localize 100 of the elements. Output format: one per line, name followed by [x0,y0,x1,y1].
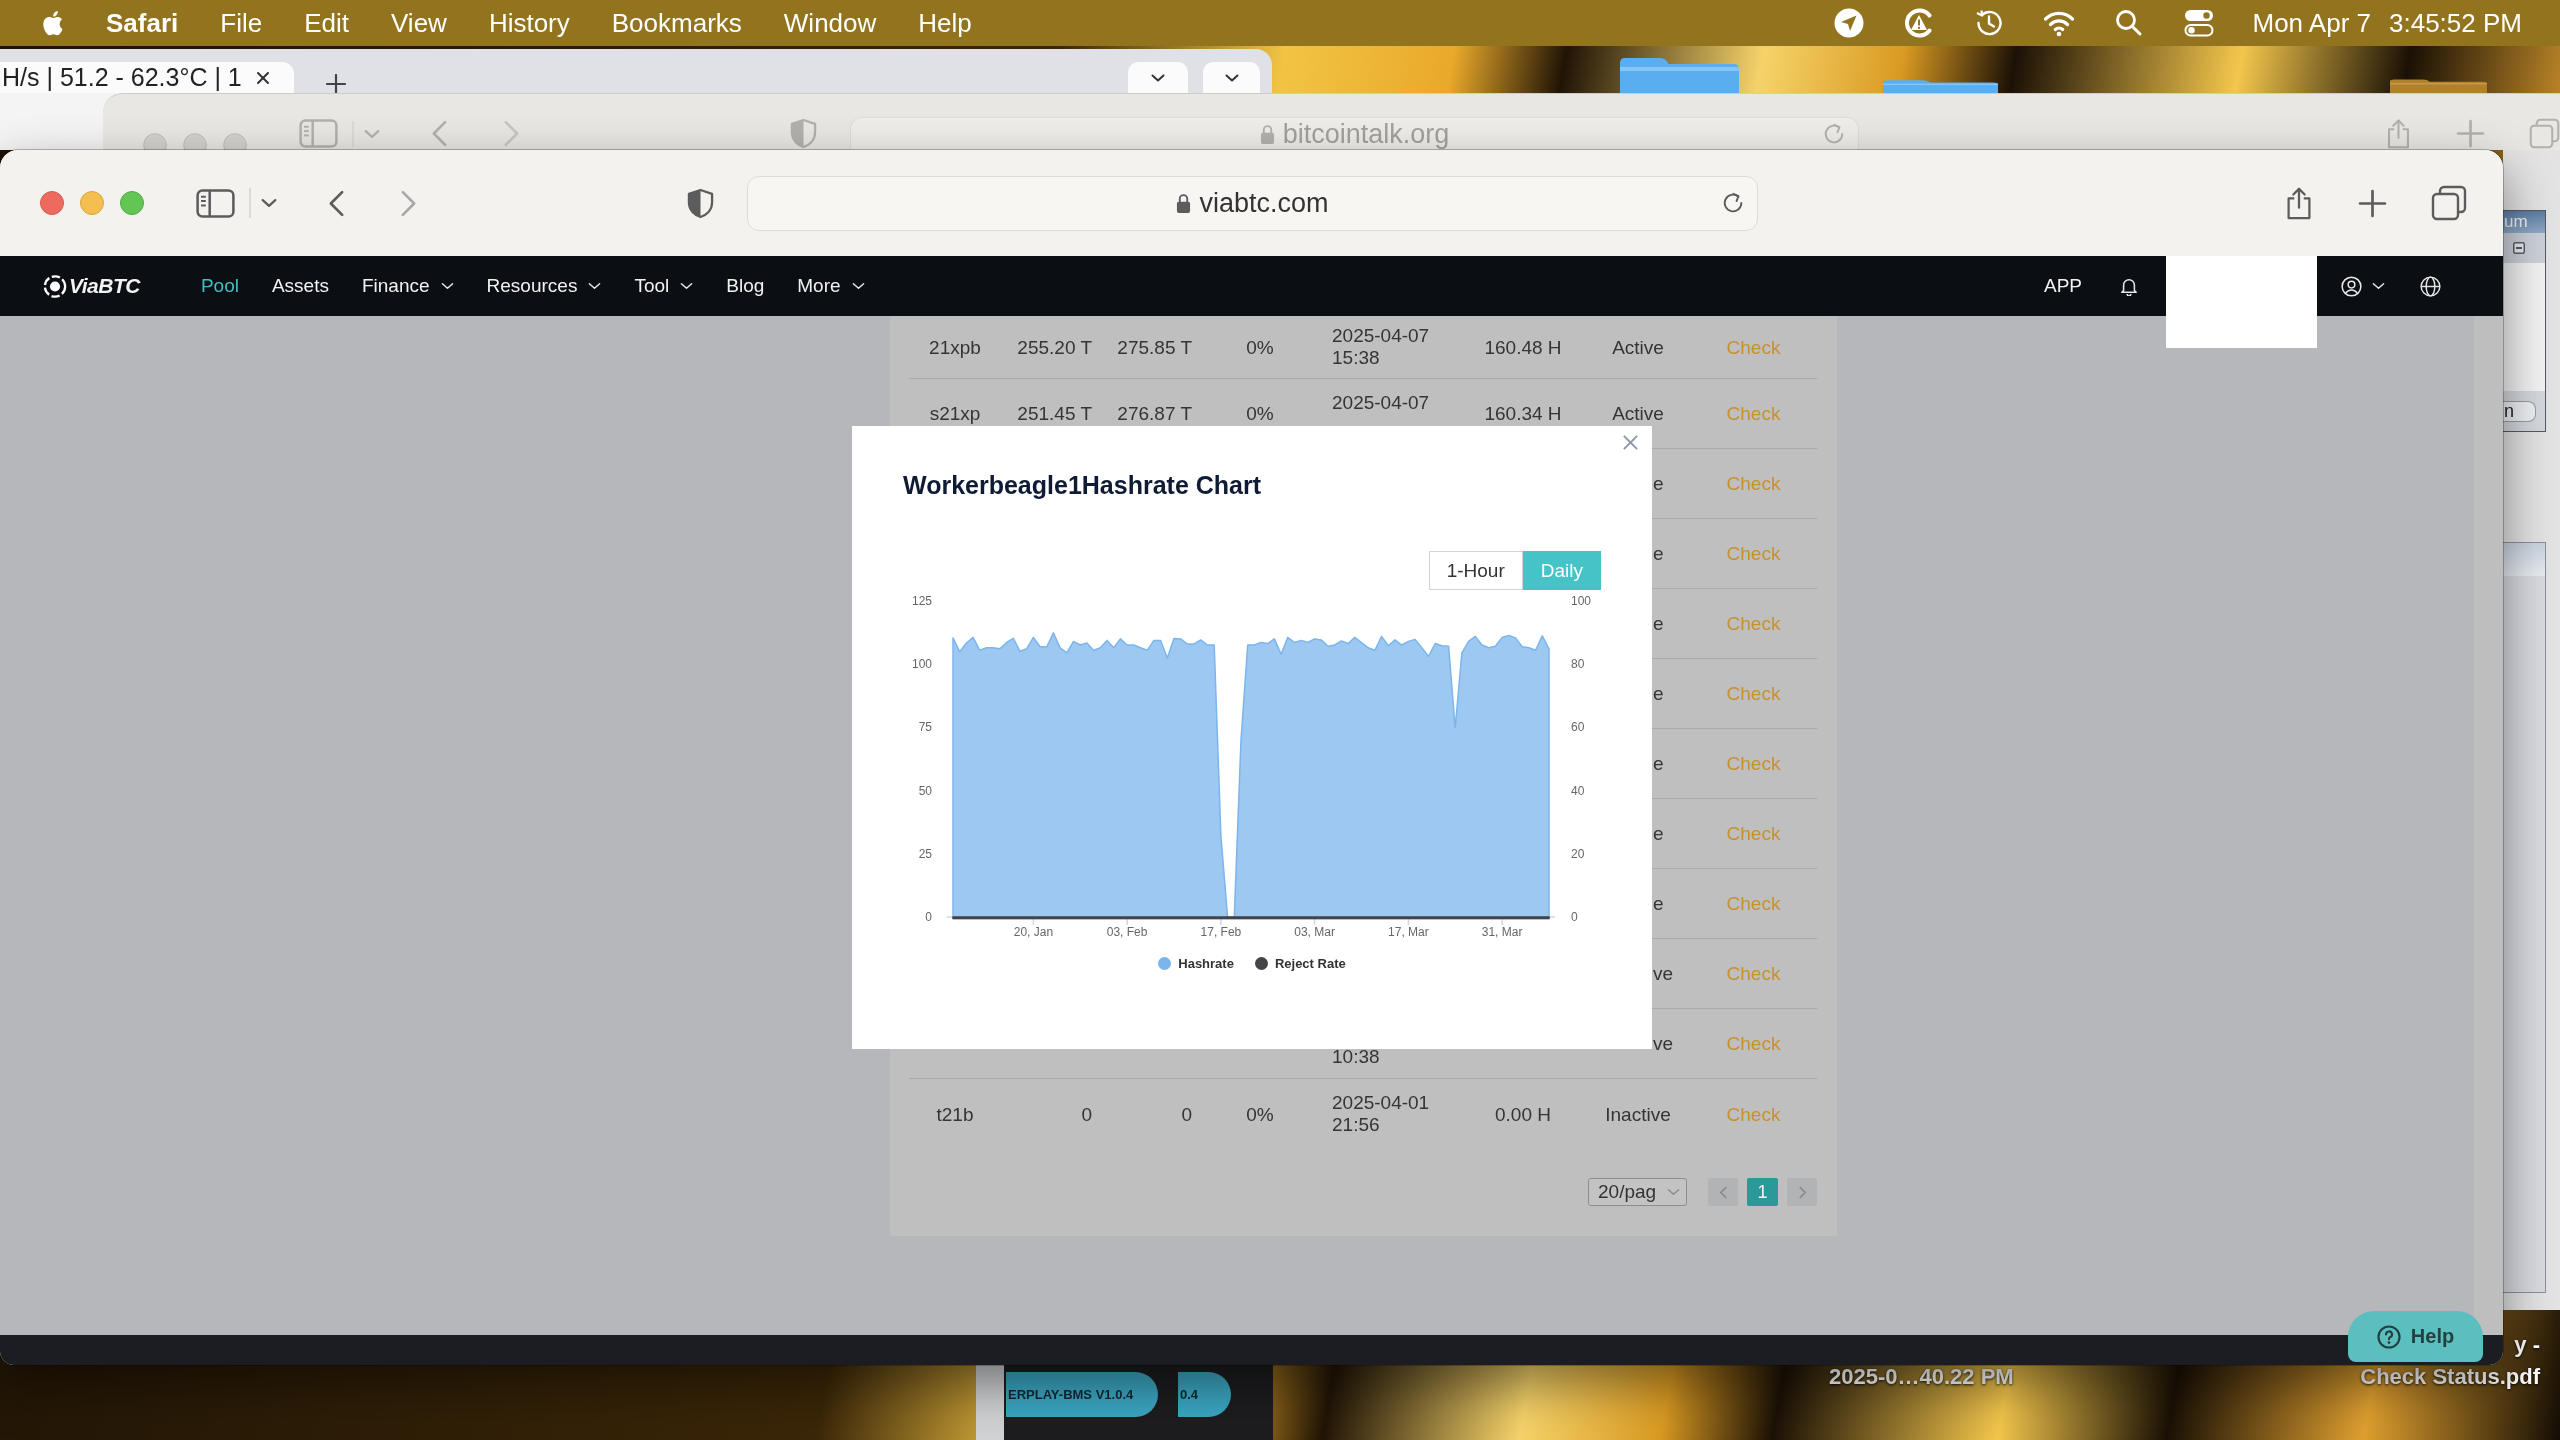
chevron-left-icon[interactable] [328,189,345,217]
nav-menu-item[interactable]: Tool [634,275,694,297]
axis-tick-label: 40 [1571,783,1585,798]
collapse-icon[interactable] [2513,242,2525,254]
menu-item[interactable]: View [391,8,447,38]
bell-icon[interactable] [2120,276,2138,296]
address-field[interactable]: bitcointalk.org [850,117,1859,150]
close-icon[interactable] [256,70,270,85]
window-zoom-button[interactable] [223,133,247,150]
table-cell: 0.00 H [1495,1103,1551,1125]
axis-tick-label: 60 [1571,720,1585,735]
nav-menu-item[interactable]: Finance [361,275,454,297]
app-menu[interactable]: Safari [106,8,179,38]
axis-tick-label: 25 [918,846,932,861]
sidebar-icon[interactable] [196,188,235,218]
file-name-label[interactable]: Check Status.pdf [2360,1366,2540,1388]
file-name-label[interactable]: y - [2514,1334,2540,1356]
table-cell: ve [1653,1033,1674,1054]
globe-icon[interactable] [2420,275,2441,297]
chevron-left-icon [1718,1184,1728,1200]
table-cell: 275.85 T [1117,336,1192,358]
chevron-down-icon [1151,73,1165,82]
table-cell: ve [1653,963,1674,984]
lock-icon [1259,123,1275,145]
nav-menu-item[interactable]: Pool [200,275,239,297]
file-name-label[interactable]: 2025-0…40.22 PM [1829,1364,2014,1389]
menu-bar-time[interactable]: 3:45:52 PM [2389,8,2522,38]
table-cell: e [1653,893,1664,914]
header-bar [2503,543,2545,576]
logo-icon[interactable] [43,272,67,300]
panel-button[interactable]: n [2503,400,2536,422]
plus-icon[interactable] [2358,188,2387,218]
axis-tick-label: 03, Feb [1106,925,1148,939]
table-cell: 0 [1081,1103,1092,1125]
nav-menu-item[interactable]: More [797,275,865,297]
range-toggle[interactable]: 1-Hour [1428,551,1523,590]
axis-tick-label: 20 [1571,846,1585,861]
axis-tick-label: 0 [925,910,932,924]
share-icon[interactable] [2284,186,2314,220]
lock-icon [1176,192,1192,214]
reload-icon[interactable] [1721,191,1745,215]
user-icon[interactable] [2341,275,2362,297]
table-cell: 0 [1181,1103,1192,1125]
window-close-button[interactable] [40,191,64,215]
shield-icon[interactable] [687,187,714,219]
axis-tick-label: 20, Jan [1013,925,1054,939]
table-cell: t21b [936,1103,974,1125]
app-link[interactable]: APP [2043,275,2082,297]
table-cell: Inactive [1605,1103,1671,1125]
menu-bar-date[interactable]: Mon Apr 7 [2252,8,2371,38]
axis-tick-label: 100 [911,657,932,672]
toggle-switches-icon[interactable] [2182,8,2215,38]
app-tab[interactable]: 0.4 [1178,1372,1231,1417]
menu-item[interactable]: File [220,8,263,38]
table-cell: Active [1612,403,1664,424]
axis-tick-label: 100 [1571,594,1592,608]
table-cell: 0% [1246,336,1274,358]
folder-icon[interactable] [2390,79,2487,93]
browser-tab[interactable]: H/s | 51.2 - 62.3°C | 1 [0,62,294,93]
axis-tick-label: 0 [1571,910,1578,924]
table-cell: 0% [1246,403,1274,424]
window-minimize-button[interactable] [183,133,207,150]
nav-menu-item[interactable]: Blog [726,275,765,297]
chevron-down-icon [1224,73,1239,82]
table-cell: 2025-04-07 15:38 [1332,325,1430,369]
menu-item[interactable]: Help [918,8,972,38]
nav-menu-item[interactable]: Resources [486,275,602,297]
table-cell: 276.87 T [1117,403,1192,424]
address-field[interactable]: viabtc.com [747,175,1758,231]
table-cell: 251.45 T [1017,403,1092,424]
window-close-button[interactable] [143,133,167,150]
page-button[interactable]: 1 [1747,1178,1778,1206]
table-cell: 2025-04-01 21:56 [1332,1092,1430,1136]
table-cell: e [1653,543,1664,564]
table-cell: e [1653,613,1664,634]
help-button[interactable]: Help [2348,1311,2483,1362]
site-logo[interactable]: ViaBTC [69,274,140,298]
table-cell: 160.48 H [1484,336,1562,358]
axis-tick-label: 80 [1571,657,1585,672]
apple-icon[interactable] [40,9,64,37]
table-cell: 255.20 T [1017,336,1092,358]
tabs-icon[interactable] [2431,185,2467,221]
menu-item[interactable]: Window [783,8,877,38]
axis-tick-label: 50 [918,783,932,798]
table-cell: s21xp [929,403,981,424]
menu-item[interactable]: Bookmarks [611,8,742,38]
app-tab[interactable]: ERPLAY-BMS V1.0.4 [1006,1372,1158,1417]
axis-tick-label: 75 [918,720,932,735]
table-cell: 0% [1246,1103,1274,1125]
nav-menu-item[interactable]: Assets [271,275,329,297]
menu-item[interactable]: History [488,8,570,38]
legend-item[interactable]: Reject Rate [1254,952,1346,974]
folder-icon[interactable] [1883,80,1998,93]
page-size-select[interactable]: 20/pag [1588,1178,1687,1206]
legend-item[interactable]: Hashrate [1158,952,1234,974]
axis-tick-label: 17, Mar [1388,925,1429,939]
window-zoom-button[interactable] [120,191,144,215]
plus-icon[interactable] [326,74,346,94]
menu-item[interactable]: Edit [304,8,349,38]
chevron-down-icon[interactable] [261,198,277,208]
